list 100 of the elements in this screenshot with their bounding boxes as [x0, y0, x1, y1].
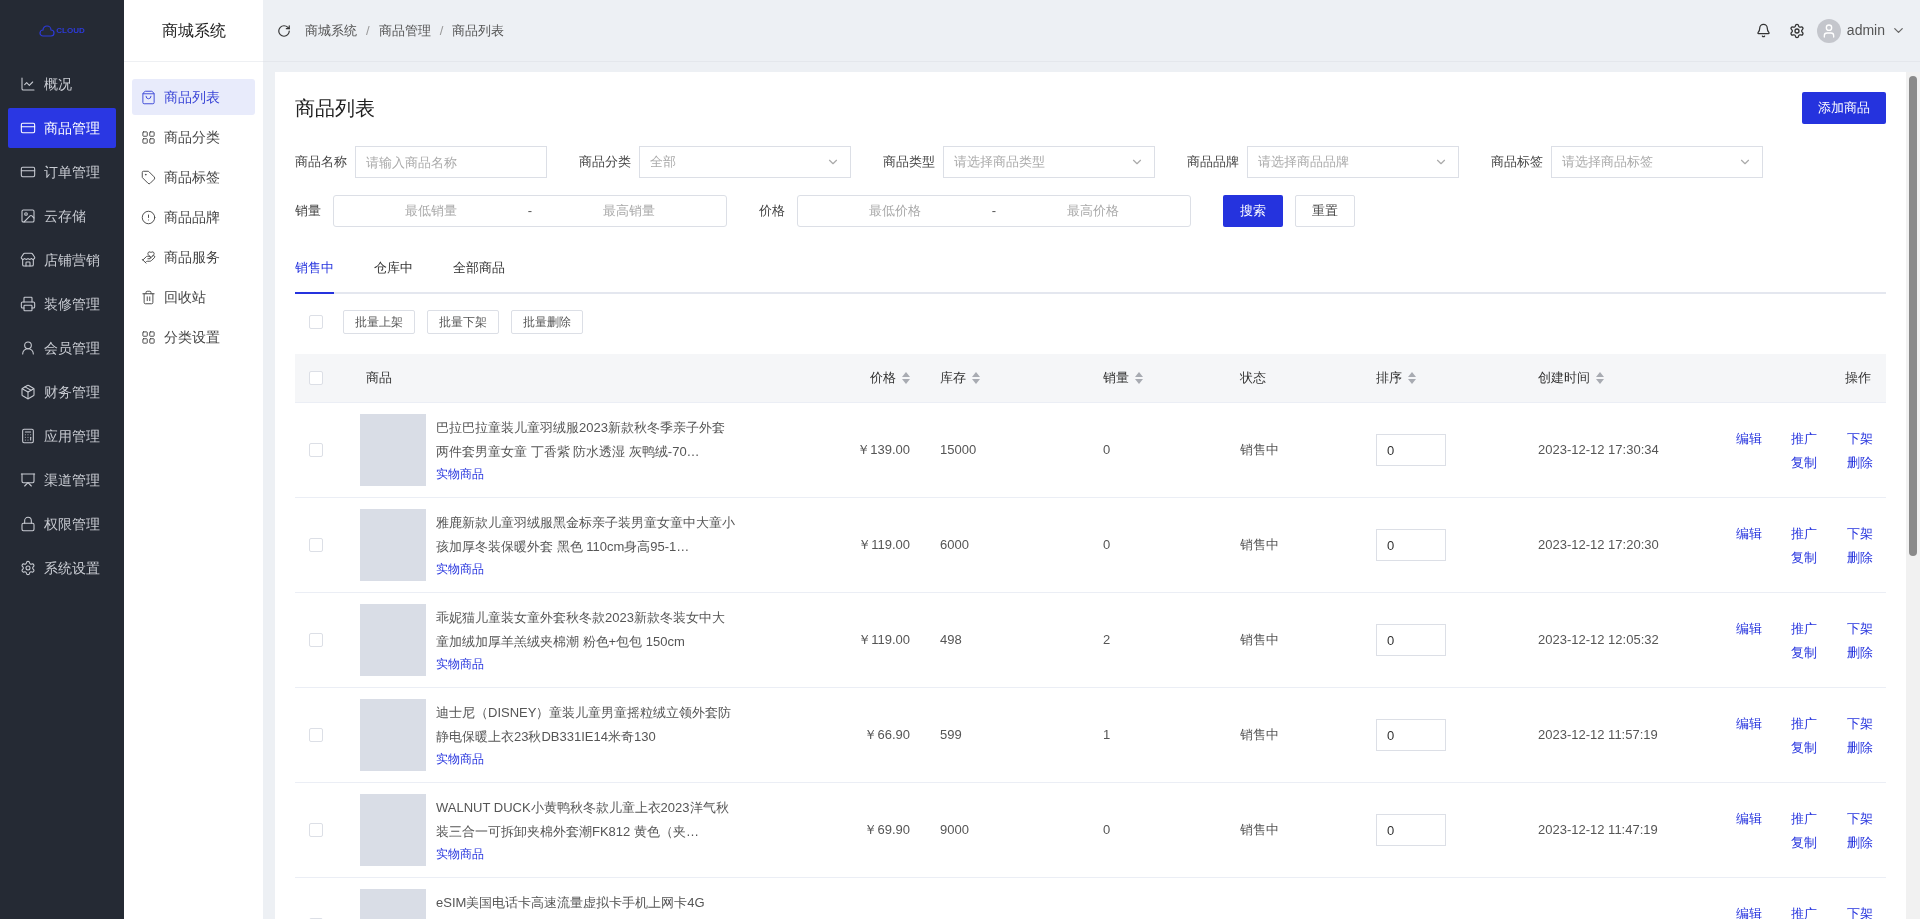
action-link[interactable]: 复制 [1791, 452, 1818, 472]
menu-item[interactable]: 渠道管理 [8, 460, 116, 500]
sort-field[interactable]: 0 [1376, 434, 1446, 466]
action-link[interactable]: 复制 [1791, 832, 1818, 852]
action-link[interactable]: 下架 [1846, 714, 1873, 734]
menu-item[interactable]: 财务管理 [8, 372, 116, 412]
column-header: 状态 [1240, 369, 1266, 388]
created-time-cell: 2023-12-12 11:57:19 [1538, 727, 1658, 743]
tab[interactable]: 仓库中 [374, 258, 413, 294]
batch-button[interactable]: 批量删除 [511, 310, 583, 334]
menu-item[interactable]: 系统设置 [8, 548, 116, 588]
column-header: 商品 [366, 369, 392, 388]
batch-button[interactable]: 批量上架 [343, 310, 415, 334]
action-link[interactable]: 编辑 [1736, 619, 1762, 639]
action-link[interactable]: 下架 [1846, 619, 1873, 639]
action-link[interactable]: 推广 [1791, 619, 1818, 639]
price-cell-text: ￥139.00 [857, 441, 910, 460]
menu-item[interactable]: 装修管理 [8, 284, 116, 324]
product-name: 巴拉巴拉童装儿童羽绒服2023新款秋冬季亲子外套两件套男童女童 丁香紫 防水透湿 灰鸭绒-70… [436, 419, 726, 461]
text-field[interactable]: 请输入商品名称 [355, 146, 547, 178]
action-link[interactable]: 下架 [1846, 904, 1873, 919]
submenu-item[interactable]: 回收站 [132, 279, 255, 315]
sort-field[interactable]: 0 [1376, 529, 1446, 561]
sort-field[interactable]: 0 [1376, 719, 1446, 751]
action-link[interactable]: 编辑 [1736, 429, 1762, 449]
action-link[interactable]: 删除 [1846, 547, 1873, 567]
action-link[interactable]: 删除 [1846, 452, 1873, 472]
product-type-link[interactable]: 实物商品 [436, 844, 736, 864]
action-link[interactable]: 推广 [1791, 904, 1818, 919]
menu-item[interactable]: 会员管理 [8, 328, 116, 368]
action-link[interactable]: 编辑 [1736, 714, 1762, 734]
created-time-cell: 2023-12-12 11:47:19 [1538, 822, 1658, 838]
product-type-link[interactable]: 实物商品 [436, 654, 736, 674]
tab[interactable]: 全部商品 [453, 258, 505, 294]
submenu-item[interactable]: 商品分类 [132, 119, 255, 155]
breadcrumb-link[interactable]: 商品管理 [378, 20, 431, 41]
status-cell: 销售中 [1240, 537, 1279, 553]
action-link[interactable]: 下架 [1846, 429, 1873, 449]
column-header: 库存 [940, 369, 966, 388]
breadcrumb-separator: / [366, 21, 370, 40]
price-cell-text: ￥66.90 [864, 726, 910, 745]
action-link[interactable]: 推广 [1791, 524, 1818, 544]
action-link[interactable]: 推广 [1791, 429, 1818, 449]
min-input[interactable]: 最低价格 [798, 201, 992, 221]
max-input[interactable]: 最高价格 [996, 201, 1190, 221]
sales-cell: 0 [1103, 442, 1111, 458]
user-name[interactable]: admin [1846, 20, 1885, 41]
sales-cell: 2 [1103, 632, 1111, 648]
action-link[interactable]: 删除 [1846, 642, 1873, 662]
menu-item[interactable]: 商品管理 [8, 108, 116, 148]
reset-button[interactable]: 重置 [1295, 195, 1355, 227]
action-link[interactable]: 编辑 [1736, 524, 1762, 544]
action-link[interactable]: 编辑 [1736, 809, 1762, 829]
product-name: 乖妮猫儿童装女童外套秋冬款2023新款冬装女中大童加绒加厚羊羔绒夹棉潮 粉色+包包 150cm [436, 609, 726, 651]
filter-label: 商品品牌 [1187, 153, 1239, 172]
menu-item[interactable]: 云存储 [8, 196, 116, 236]
action-link[interactable]: 复制 [1791, 642, 1818, 662]
max-input[interactable]: 最高销量 [532, 201, 726, 221]
action-link[interactable]: 删除 [1846, 737, 1873, 757]
search-button[interactable]: 搜索 [1223, 195, 1283, 227]
filter-label: 销量 [295, 202, 321, 221]
breadcrumb-link[interactable]: 商品列表 [452, 20, 505, 41]
product-type-link[interactable]: 实物商品 [436, 749, 736, 769]
page-title: 商品列表 [295, 96, 375, 121]
status-cell: 销售中 [1240, 727, 1279, 743]
sort-field[interactable]: 0 [1376, 624, 1446, 656]
menu-item[interactable]: 应用管理 [8, 416, 116, 456]
action-link[interactable]: 复制 [1791, 547, 1818, 567]
range-field[interactable]: 最低价格 - 最高价格 [797, 195, 1191, 227]
batch-button[interactable]: 批量下架 [427, 310, 499, 334]
menu-item[interactable]: 概况 [8, 64, 116, 104]
action-link[interactable]: 推广 [1791, 714, 1818, 734]
product-type-link[interactable]: 实物商品 [436, 464, 736, 484]
action-link[interactable]: 编辑 [1736, 904, 1762, 919]
menu-item[interactable]: 订单管理 [8, 152, 116, 192]
sort-field[interactable]: 0 [1376, 814, 1446, 846]
menu-item[interactable]: 店铺营销 [8, 240, 116, 280]
action-link[interactable]: 下架 [1846, 809, 1873, 829]
sales-cell: 0 [1103, 822, 1111, 838]
action-link[interactable]: 删除 [1846, 832, 1873, 852]
add-product-button[interactable]: 添加商品 [1802, 92, 1886, 124]
submenu-item[interactable]: 商品服务 [132, 239, 255, 275]
action-link[interactable]: 下架 [1846, 524, 1873, 544]
breadcrumb-separator: / [439, 21, 444, 40]
min-input[interactable]: 最低销量 [334, 201, 528, 221]
filter-label: 商品分类 [579, 153, 631, 172]
menu-item[interactable]: 权限管理 [8, 504, 116, 544]
range-field[interactable]: 最低销量 - 最高销量 [333, 195, 727, 227]
submenu-item[interactable]: 商品品牌 [132, 199, 255, 235]
tab[interactable]: 销售中 [295, 258, 334, 294]
product-type-link[interactable]: 实物商品 [436, 559, 736, 579]
breadcrumb-link[interactable]: 商城系统 [305, 20, 357, 41]
range-separator: - [991, 202, 997, 221]
submenu-item[interactable]: 分类设置 [132, 319, 255, 355]
stock-cell: 9000 [940, 822, 969, 838]
action-link[interactable]: 复制 [1791, 737, 1818, 757]
action-link[interactable]: 推广 [1791, 809, 1818, 829]
submenu-item[interactable]: 商品标签 [132, 159, 255, 195]
submenu-item[interactable]: 商品列表 [132, 79, 255, 115]
product-name: eSIM美国电话卡高速流量虚拟卡手机上网卡4G [436, 894, 706, 912]
